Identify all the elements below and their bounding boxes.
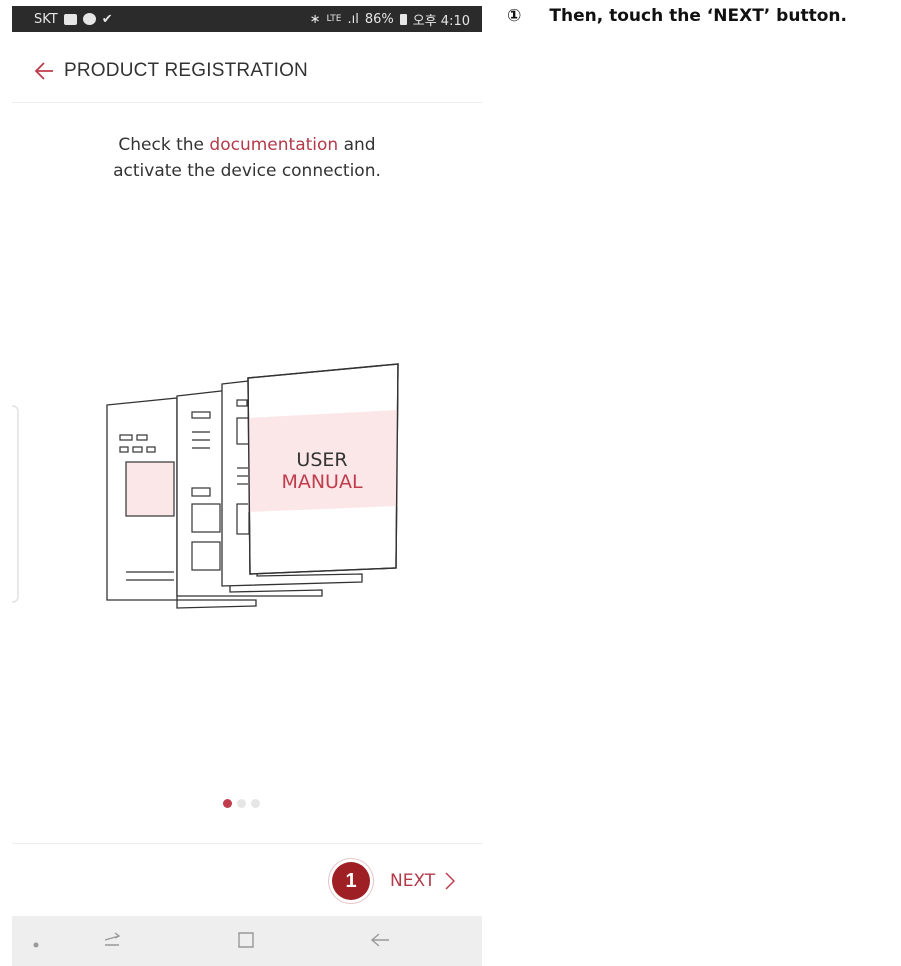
- manual-pages-graphic: USER MANUAL: [11, 363, 399, 609]
- page-dot[interactable]: [251, 799, 260, 808]
- divider: [12, 843, 482, 844]
- carrier-label: SKT: [34, 11, 58, 27]
- status-bar-left: SKT ✔: [34, 12, 113, 27]
- navigation-bar: [12, 916, 482, 966]
- battery-icon: [399, 13, 407, 25]
- step-annotation: ① Then, touch the ‘NEXT’ button.: [507, 6, 847, 26]
- user-manual-illustration: USER MANUAL: [11, 360, 482, 630]
- instruction-line-2: activate the device connection.: [113, 161, 381, 181]
- step-marker: ①: [507, 6, 522, 26]
- manual-title-line2: MANUAL: [281, 471, 363, 493]
- next-button[interactable]: NEXT: [390, 871, 456, 891]
- battery-label: 86%: [364, 11, 394, 27]
- page-dot-active[interactable]: [223, 799, 232, 808]
- page-title: PRODUCT REGISTRATION: [64, 60, 308, 81]
- bluetooth-icon: ∗: [309, 11, 321, 27]
- next-area: 1 NEXT: [332, 856, 456, 906]
- dot-icon[interactable]: [33, 935, 39, 953]
- back-arrow-icon[interactable]: [34, 61, 54, 81]
- v-icon: ✔: [101, 11, 113, 27]
- home-icon[interactable]: [236, 930, 256, 955]
- app-bar: PRODUCT REGISTRATION: [12, 40, 482, 103]
- step-text: Then, touch the ‘NEXT’ button.: [549, 6, 847, 26]
- instruction-prefix: Check the: [118, 135, 210, 155]
- next-label: NEXT: [390, 871, 436, 891]
- phone-screen: SKT ✔ ∗ LTE .ıl 86% 오후 4:10 PRODUCT REGI…: [11, 0, 482, 966]
- instruction-text: Check the documentation and activate the…: [12, 132, 482, 184]
- step-badge: 1: [332, 862, 370, 900]
- instruction-suffix: and: [338, 135, 376, 155]
- recent-apps-icon[interactable]: [102, 930, 122, 955]
- pagination-dots: [223, 799, 260, 808]
- back-icon[interactable]: [369, 930, 391, 955]
- status-bar-right: ∗ LTE .ıl 86% 오후 4:10: [310, 10, 470, 29]
- time-label: 오후 4:10: [412, 13, 470, 29]
- documentation-link[interactable]: documentation: [209, 135, 338, 155]
- network-label: LTE: [326, 14, 342, 24]
- instruction-line-1: Check the documentation and: [12, 132, 482, 158]
- chat-icon: [82, 13, 96, 25]
- manual-title-line1: USER: [296, 449, 347, 471]
- chevron-right-icon: [445, 872, 456, 890]
- gallery-icon: [63, 13, 77, 25]
- status-bar: SKT ✔ ∗ LTE .ıl 86% 오후 4:10: [12, 6, 482, 32]
- page-dot[interactable]: [237, 799, 246, 808]
- signal-icon: .ıl: [347, 11, 359, 27]
